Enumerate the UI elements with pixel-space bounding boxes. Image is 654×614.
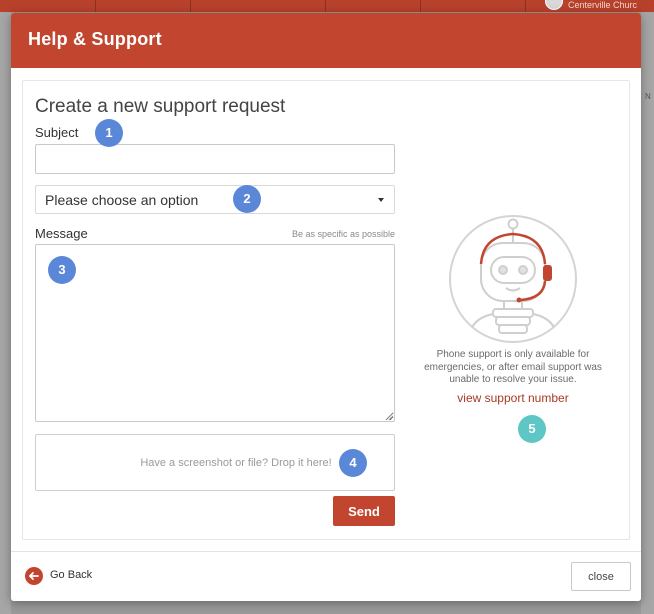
close-button[interactable]: close	[571, 562, 631, 591]
background-header-divider	[420, 0, 421, 12]
support-robot-icon	[449, 215, 577, 343]
resize-handle-icon[interactable]	[385, 412, 393, 420]
step-badge-3: 3	[48, 256, 76, 284]
send-button[interactable]: Send	[333, 496, 395, 526]
background-header-divider	[525, 0, 526, 12]
modal-title: Help & Support	[28, 29, 162, 49]
help-support-modal: Help & Support Create a new support requ…	[11, 13, 641, 601]
message-label: Message	[35, 226, 88, 241]
background-church-name: Centerville Churc	[568, 0, 638, 10]
message-hint: Be as specific as possible	[291, 229, 395, 239]
step-badge-2: 2	[233, 185, 261, 213]
support-request-panel: Create a new support request Subject Ple…	[22, 80, 630, 540]
modal-footer: Go Back close	[11, 551, 641, 601]
step-badge-5: 5	[518, 415, 546, 443]
background-header-divider	[325, 0, 326, 12]
background-header-divider	[190, 0, 191, 12]
category-select-value: Please choose an option	[45, 192, 199, 208]
subject-label: Subject	[35, 125, 79, 140]
phone-support-note: Phone support is only available for emer…	[424, 349, 602, 385]
background-right-strip	[641, 12, 654, 614]
modal-header: Help & Support	[11, 13, 641, 68]
background-user-avatar	[545, 0, 563, 10]
background-column-letter: N	[645, 92, 651, 101]
back-circle	[25, 567, 43, 585]
background-app-header: Centerville Churc	[0, 0, 654, 12]
category-select[interactable]: Please choose an option	[35, 185, 395, 214]
subject-input[interactable]	[35, 144, 395, 174]
arrow-left-icon	[29, 572, 39, 580]
view-support-number-link[interactable]: view support number	[410, 391, 616, 405]
chevron-down-icon	[378, 198, 384, 202]
form-title: Create a new support request	[35, 96, 286, 117]
go-back-label: Go Back	[50, 569, 93, 581]
background-left-strip	[0, 12, 11, 614]
step-badge-1: 1	[95, 119, 123, 147]
message-textarea[interactable]	[35, 244, 395, 422]
background-header-divider	[95, 0, 96, 12]
step-badge-4: 4	[339, 449, 367, 477]
